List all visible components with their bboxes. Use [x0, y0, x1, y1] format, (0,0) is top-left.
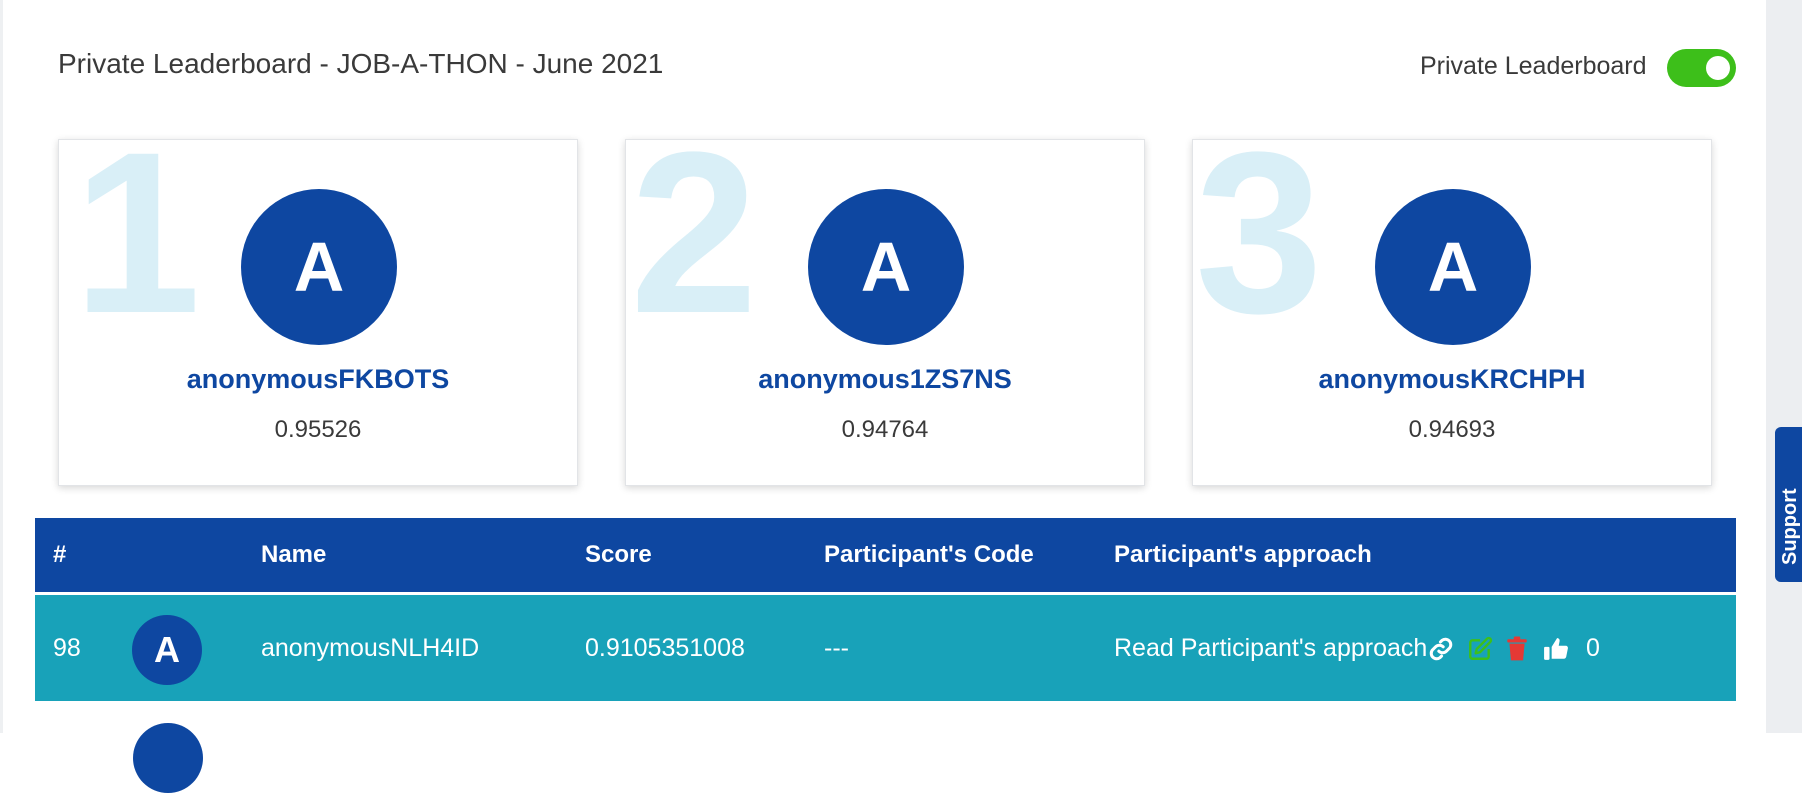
- avatar[interactable]: [133, 723, 203, 793]
- toggle-label: Private Leaderboard: [1420, 52, 1647, 80]
- link-icon[interactable]: [1428, 636, 1454, 662]
- avatar[interactable]: A: [241, 189, 397, 345]
- support-label: Support: [1779, 488, 1801, 565]
- podium-card-3: 3 A anonymousKRCHPH 0.94693: [1192, 139, 1712, 486]
- page-title: Private Leaderboard - JOB-A-THON - June …: [58, 48, 664, 79]
- row-rank: 98: [53, 634, 81, 662]
- support-button[interactable]: Support: [1775, 427, 1802, 582]
- rank-number: 3: [1195, 139, 1323, 361]
- column-header-code: Participant's Code: [824, 541, 1034, 568]
- column-header-score: Score: [585, 541, 652, 568]
- row-score: 0.9105351008: [585, 634, 745, 662]
- table-row: 98 A anonymousNLH4ID 0.9105351008 --- Re…: [35, 595, 1736, 701]
- rank-number: 1: [73, 139, 201, 361]
- thumbs-up-icon[interactable]: [1543, 636, 1569, 662]
- participant-score: 0.95526: [274, 416, 362, 443]
- participant-name[interactable]: anonymousFKBOTS: [59, 364, 577, 395]
- right-gutter: [1766, 0, 1802, 733]
- read-approach-link[interactable]: Read Participant's approach: [1114, 595, 1427, 701]
- avatar[interactable]: A: [132, 615, 202, 685]
- podium-card-1: 1 A anonymousFKBOTS 0.95526: [58, 139, 578, 486]
- row-code: ---: [824, 634, 849, 662]
- column-header-name: Name: [261, 541, 327, 568]
- column-header-approach: Participant's approach: [1114, 541, 1372, 568]
- participant-score: 0.94764: [841, 416, 929, 443]
- column-header-rank: #: [53, 541, 67, 568]
- participant-score: 0.94693: [1408, 416, 1496, 443]
- row-name[interactable]: anonymousNLH4ID: [261, 595, 479, 701]
- participant-name[interactable]: anonymousKRCHPH: [1193, 364, 1711, 395]
- leaderboard-table-header: # Name Score Participant's Code Particip…: [35, 518, 1736, 592]
- edit-icon[interactable]: [1467, 636, 1493, 662]
- trash-icon[interactable]: [1506, 636, 1528, 662]
- left-border: [0, 0, 3, 733]
- participant-name[interactable]: anonymous1ZS7NS: [626, 364, 1144, 395]
- podium-card-2: 2 A anonymous1ZS7NS 0.94764: [625, 139, 1145, 486]
- avatar[interactable]: A: [808, 189, 964, 345]
- vote-count: 0: [1586, 634, 1600, 662]
- rank-number: 2: [630, 139, 758, 361]
- private-leaderboard-toggle[interactable]: [1667, 49, 1736, 87]
- toggle-knob: [1706, 56, 1730, 80]
- avatar[interactable]: A: [1375, 189, 1531, 345]
